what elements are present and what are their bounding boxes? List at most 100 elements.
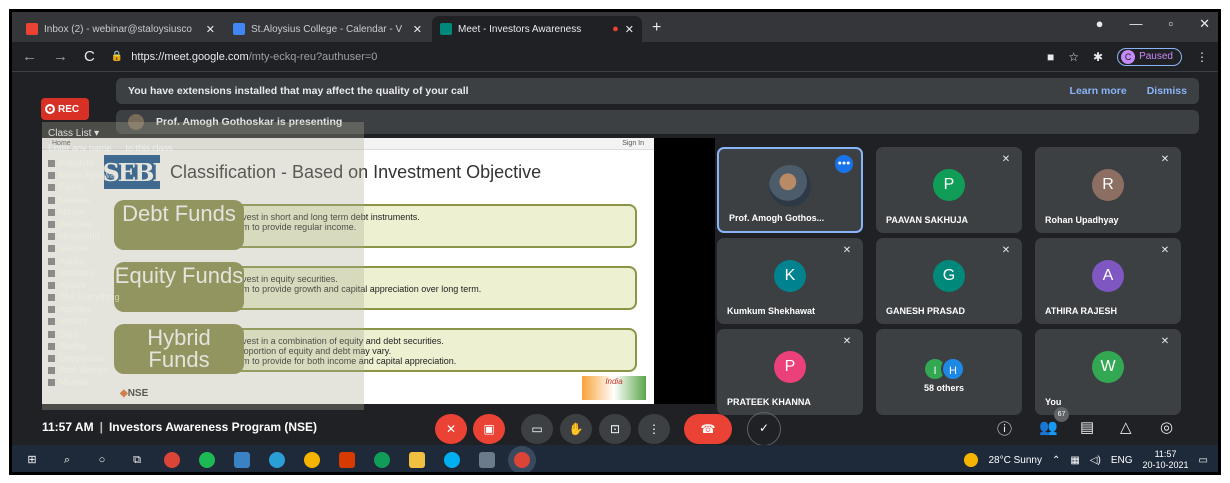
clock[interactable]: 11:57 20-10-2021	[1143, 449, 1189, 471]
chrome-icon[interactable]	[304, 452, 320, 468]
skype-icon[interactable]	[444, 452, 460, 468]
others-tile[interactable]: I H 58 others	[876, 329, 1022, 415]
maximize-button[interactable]: ▫	[1168, 16, 1173, 32]
weather-text[interactable]: 28°C Sunny	[988, 455, 1041, 466]
close-tab-icon[interactable]: ✕	[206, 23, 215, 36]
class-list-item[interactable]: Himanshu	[42, 230, 364, 242]
class-list-item[interactable]: Yashasvi	[42, 267, 364, 279]
store-icon[interactable]	[479, 452, 495, 468]
participant-tile[interactable]: ✕ P PAAVAN SAKHUJA	[876, 147, 1022, 233]
bookmark-star-icon[interactable]: ☆	[1068, 50, 1079, 64]
more-options-button[interactable]: ⋮	[638, 414, 670, 444]
class-list-item[interactable]: Vedant	[42, 315, 364, 327]
chat-icon[interactable]: ▤	[1080, 418, 1094, 436]
close-window-button[interactable]: ✕	[1199, 16, 1210, 32]
windows-taskbar: ⊞ ⌕ ○ ⧉ 28°C Sunny ⌃ ▦ ◁) ENG 11:57 20-1…	[12, 445, 1218, 472]
class-list-overlay[interactable]: Class List ▾ Enter any name … to this cl…	[42, 122, 364, 410]
participant-tile[interactable]: ✕ R Rohan Upadhyay	[1035, 147, 1181, 233]
task-view-icon[interactable]: ⧉	[129, 452, 145, 468]
forward-button[interactable]: →	[53, 48, 68, 65]
host-controls-icon[interactable]: ◎	[1160, 418, 1173, 436]
participant-tile[interactable]: ✕ G GANESH PRASAD	[876, 238, 1022, 324]
camera-off-button[interactable]: ▣	[473, 414, 505, 444]
tray-arrow-icon[interactable]: ⌃	[1052, 455, 1060, 466]
edge-icon[interactable]	[269, 452, 285, 468]
present-now-button[interactable]: ⊡	[599, 414, 631, 444]
meeting-name: Investors Awareness Program (NSE)	[108, 420, 318, 434]
search-icon[interactable]: ⌕	[59, 452, 75, 468]
url-field[interactable]: 🔒 https://meet.google.com /mty-eckq-reu?…	[111, 46, 1047, 68]
tab-calendar[interactable]: St.Aloysius College - Calendar - V ✕	[225, 16, 430, 42]
class-list-item[interactable]: Rakshith	[42, 157, 364, 169]
meet-icon	[440, 23, 452, 35]
new-tab-button[interactable]: +	[644, 19, 669, 42]
class-list-item[interactable]: Ankita	[42, 255, 364, 267]
class-list-item[interactable]: Webinar	[42, 218, 364, 230]
app-icon[interactable]	[234, 452, 250, 468]
tab-meet[interactable]: Meet - Investors Awareness ● ✕	[432, 16, 642, 42]
close-tab-icon[interactable]: ✕	[413, 23, 422, 36]
extra-action-button[interactable]: ✓	[747, 412, 781, 446]
self-tile[interactable]: ✕ W You	[1035, 329, 1181, 415]
raise-hand-button[interactable]: ✋	[560, 414, 592, 444]
class-list-item[interactable]: Ketan Agarwal	[42, 169, 364, 181]
class-list-item[interactable]: Nizaar	[42, 206, 364, 218]
file-explorer-icon[interactable]	[409, 452, 425, 468]
close-tab-icon[interactable]: ✕	[625, 23, 634, 36]
india-logo: India	[582, 376, 646, 400]
chrome-active-icon[interactable]	[514, 452, 530, 468]
participant-tile[interactable]: ✕ P PRATEEK KHANNA	[717, 329, 863, 415]
dismiss-button[interactable]: Dismiss	[1147, 85, 1187, 97]
class-list-item[interactable]: Ayushi	[42, 279, 364, 291]
class-list-filter[interactable]: Enter any name … to this class	[42, 141, 364, 157]
participant-tile[interactable]: ●●● Prof. Amogh Gothos...	[717, 147, 863, 233]
reload-button[interactable]: C	[84, 48, 95, 65]
notifications-icon[interactable]: ▭	[1199, 455, 1208, 466]
participant-name: PRATEEK KHANNA	[727, 397, 811, 407]
volume-icon[interactable]: ◁)	[1090, 455, 1101, 466]
class-list-item[interactable]: Naveen	[42, 194, 364, 206]
tab-title: St.Aloysius College - Calendar - V	[251, 23, 403, 35]
spotify-icon[interactable]	[199, 452, 215, 468]
people-icon[interactable]: 👥	[1039, 418, 1058, 436]
chrome-icon[interactable]	[374, 452, 390, 468]
back-button[interactable]: ←	[22, 48, 37, 65]
cortana-icon[interactable]: ○	[94, 452, 110, 468]
minimize-button[interactable]: —	[1129, 16, 1142, 32]
class-list-item[interactable]: Gaurav	[42, 242, 364, 254]
language-indicator[interactable]: ENG	[1111, 455, 1133, 466]
profile-dot-icon[interactable]: ●	[1096, 16, 1104, 32]
participant-tile[interactable]: ✕ K Kumkum Shekhawat	[717, 238, 863, 324]
class-list-item[interactable]: The Everything	[42, 291, 364, 303]
chrome-icon[interactable]	[164, 452, 180, 468]
class-list-item[interactable]: Shefali	[42, 340, 364, 352]
meeting-details-icon[interactable]: ⓘ	[997, 418, 1012, 439]
class-list-item[interactable]: Manish	[42, 376, 364, 388]
learn-more-link[interactable]: Learn more	[1070, 85, 1127, 97]
profile-button[interactable]: C Paused	[1117, 47, 1182, 66]
participant-avatar: G	[933, 260, 965, 292]
screen-frame: Inbox (2) - webinar@staloysiusco ✕ St.Al…	[9, 9, 1221, 475]
class-list-header[interactable]: Class List ▾	[42, 122, 364, 141]
camera-indicator-icon[interactable]: ■	[1047, 50, 1054, 64]
recording-button[interactable]: REC	[41, 98, 89, 120]
mic-off-button[interactable]: ✕	[435, 414, 467, 444]
class-list-item[interactable]: Faisal	[42, 181, 364, 193]
mic-off-icon: ✕	[1160, 245, 1170, 256]
activities-icon[interactable]: △	[1120, 418, 1132, 436]
extensions-puzzle-icon[interactable]: ✱	[1093, 50, 1103, 64]
captions-button[interactable]: ▭	[521, 414, 553, 444]
end-call-button[interactable]: ☎	[684, 414, 732, 444]
slide-signin-link: Sign In	[622, 140, 644, 147]
office-icon[interactable]	[339, 452, 355, 468]
class-list-item[interactable]: Sajal	[42, 328, 364, 340]
class-list-item[interactable]: Deepanshu	[42, 352, 364, 364]
class-list-item[interactable]: Prof. Amogh	[42, 364, 364, 376]
participant-tile[interactable]: ✕ A ATHIRA RAJESH	[1035, 238, 1181, 324]
windows-start-icon[interactable]: ⊞	[24, 452, 40, 468]
class-list-item[interactable]: Anshika	[42, 303, 364, 315]
more-menu-icon[interactable]: ⋮	[1196, 50, 1208, 64]
tab-gmail[interactable]: Inbox (2) - webinar@staloysiusco ✕	[18, 16, 223, 42]
url-path: /mty-eckq-reu?authuser=0	[248, 50, 378, 63]
network-icon[interactable]: ▦	[1070, 455, 1079, 466]
